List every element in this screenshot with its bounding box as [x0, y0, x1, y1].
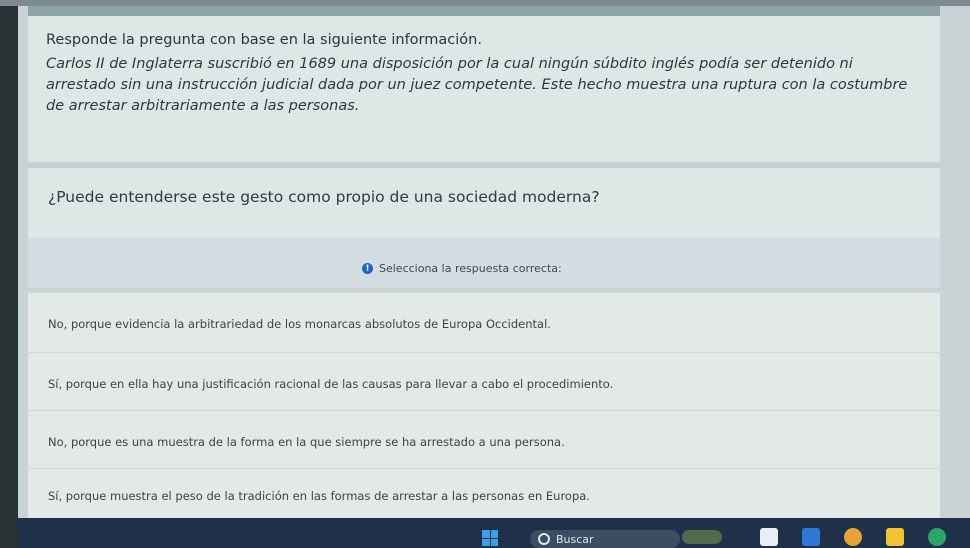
answer-prompt-label: Selecciona la respuesta correcta: — [379, 262, 562, 275]
edge-icon[interactable] — [928, 528, 946, 546]
answer-prompt: ! Selecciona la respuesta correcta: — [362, 262, 562, 275]
question-panel: ¿Puede entenderse este gesto como propio… — [28, 168, 940, 238]
search-icon — [538, 533, 550, 545]
taskbar-search-input[interactable]: Buscar — [530, 530, 680, 548]
question-text: ¿Puede entenderse este gesto como propio… — [48, 188, 600, 206]
app-icon[interactable] — [802, 528, 820, 546]
taskbar: Buscar — [18, 518, 970, 548]
answer-option[interactable]: Sí, porque muestra el peso de la tradici… — [28, 468, 940, 519]
windows-start-icon[interactable] — [482, 530, 498, 546]
answer-option[interactable]: No, porque evidencia la arbitrariedad de… — [28, 292, 940, 353]
browser-icon[interactable] — [844, 528, 862, 546]
widgets-icon[interactable] — [682, 530, 722, 544]
screen-bezel — [0, 0, 18, 548]
folder-icon[interactable] — [886, 528, 904, 546]
info-icon: ! — [362, 263, 373, 274]
answer-option[interactable]: No, porque es una muestra de la forma en… — [28, 410, 940, 471]
answer-option-label: No, porque es una muestra de la forma en… — [48, 435, 565, 449]
answer-option[interactable]: Sí, porque en ella hay una justificación… — [28, 352, 940, 413]
answer-option-label: Sí, porque muestra el peso de la tradici… — [48, 489, 590, 503]
answer-option-label: No, porque evidencia la arbitrariedad de… — [48, 317, 551, 331]
file-manager-icon[interactable] — [760, 528, 778, 546]
answer-option-label: Sí, porque en ella hay una justificación… — [48, 377, 614, 391]
info-panel: Responde la pregunta con base en la sigu… — [28, 16, 940, 162]
header-strip — [28, 6, 940, 16]
search-placeholder: Buscar — [556, 533, 594, 546]
info-title: Responde la pregunta con base en la sigu… — [46, 32, 482, 48]
info-body: Carlos II de Inglaterra suscribió en 168… — [46, 56, 908, 114]
